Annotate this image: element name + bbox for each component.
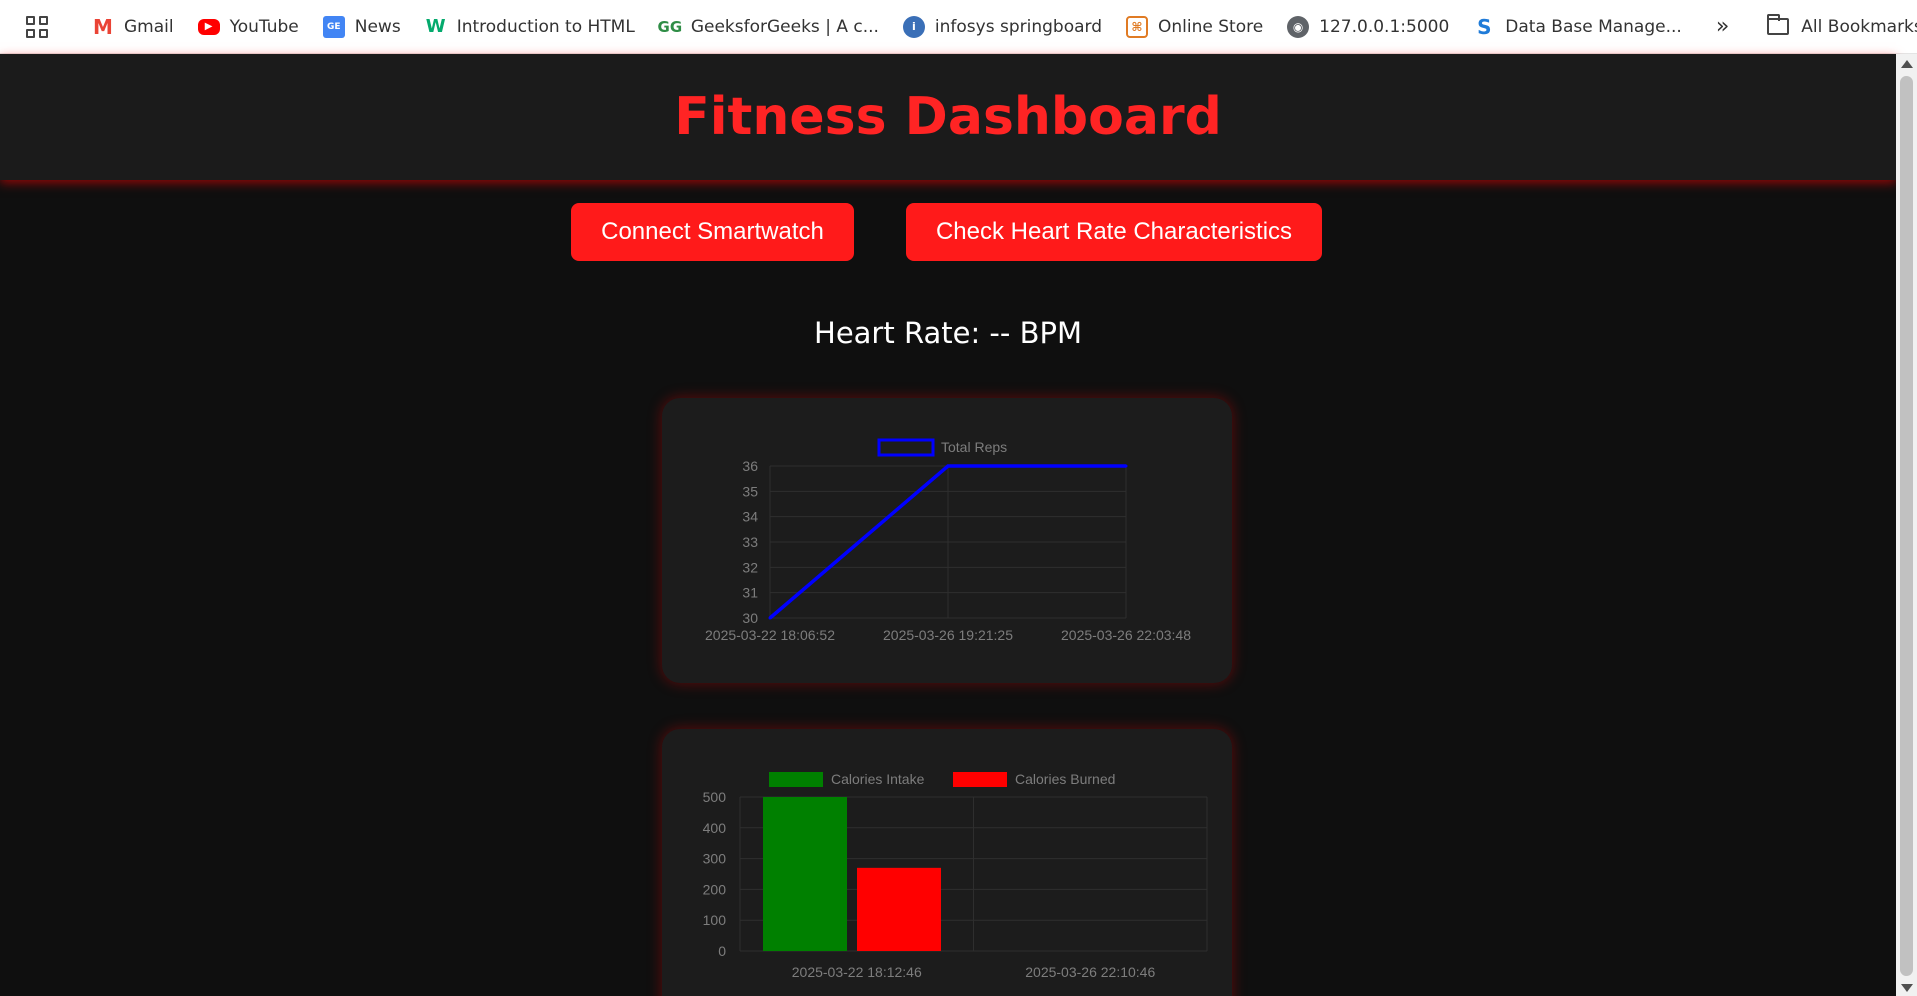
bookmark-label: Online Store — [1158, 16, 1264, 37]
reps-data-point — [1124, 464, 1128, 468]
bookmark-database-management[interactable]: S Data Base Manage... — [1461, 9, 1694, 45]
y-tick-label: 34 — [742, 509, 758, 525]
gmail-icon: M — [93, 14, 113, 39]
x-tick-label: 2025-03-22 18:12:46 — [792, 964, 922, 980]
legend-swatch-total-reps — [877, 438, 935, 457]
scroll-down-arrow-icon[interactable] — [1901, 984, 1913, 992]
check-heart-rate-button[interactable]: Check Heart Rate Characteristics — [906, 203, 1322, 261]
folder-icon — [1767, 14, 1790, 35]
reps-data-point — [768, 616, 772, 620]
legend-swatch-calories-burned — [953, 772, 1007, 787]
legend-label-calories-burned: Calories Burned — [1015, 771, 1115, 787]
bookmark-youtube[interactable]: ▶ YouTube — [186, 9, 311, 45]
y-tick-label: 33 — [742, 534, 758, 550]
y-tick-label: 32 — [742, 559, 758, 575]
apps-grid-icon[interactable] — [26, 15, 48, 38]
bookmarks-bar: M Gmail ▶ YouTube GE News W Introduction… — [0, 0, 1917, 54]
all-bookmarks-label: All Bookmarks — [1801, 16, 1917, 37]
w3schools-icon: W — [425, 16, 446, 37]
chevron-double-right-icon[interactable]: » — [1716, 14, 1729, 39]
scrollbar[interactable] — [1896, 54, 1917, 996]
y-tick-label: 400 — [703, 820, 727, 836]
x-tick-label: 2025-03-22 18:06:52 — [705, 627, 835, 643]
s-logo-icon: S — [1477, 14, 1492, 39]
y-tick-label: 100 — [703, 912, 727, 928]
x-tick-label: 2025-03-26 19:21:25 — [883, 627, 1013, 643]
y-tick-label: 30 — [742, 610, 758, 626]
scroll-up-arrow-icon[interactable] — [1901, 60, 1913, 68]
globe-icon: ◉ — [1287, 15, 1310, 38]
legend-label-total-reps: Total Reps — [941, 439, 1007, 455]
y-tick-label: 36 — [742, 458, 758, 474]
scrollbar-thumb[interactable] — [1900, 76, 1913, 976]
bookmark-label: 127.0.0.1:5000 — [1319, 16, 1450, 37]
reps-data-point — [946, 464, 950, 468]
bookmark-label: News — [354, 16, 401, 37]
google-news-icon: GE — [322, 15, 345, 38]
heart-rate-readout: Heart Rate: -- BPM — [814, 316, 1082, 350]
geeksforgeeks-icon: GG — [657, 17, 683, 36]
bookmark-label: Data Base Manage... — [1505, 16, 1682, 37]
reps-chart: 30 31 32 33 34 35 36 2025-03-22 18:06:52 2025-03… — [705, 438, 1191, 643]
bar-calories-burned — [857, 867, 941, 951]
bookmark-geeksforgeeks[interactable]: GG GeeksforGeeks | A c... — [647, 9, 891, 45]
calories-chart-card: 0 100 200 300 400 500 2025-03-22 18:12:46 2025-… — [662, 729, 1232, 996]
all-bookmarks-button[interactable]: All Bookmarks — [1763, 9, 1917, 45]
x-tick-label: 2025-03-26 22:03:48 — [1061, 627, 1191, 643]
bar-calories-intake — [763, 797, 847, 951]
page-header: Fitness Dashboard — [0, 54, 1896, 180]
reps-chart-card: 30 31 32 33 34 35 36 2025-03-22 18:06:52 2025-03… — [662, 398, 1232, 683]
y-tick-label: 0 — [718, 943, 726, 959]
x-tick-label: 2025-03-26 22:10:46 — [1025, 964, 1155, 980]
page-title: Fitness Dashboard — [674, 87, 1222, 147]
bookmark-label: Introduction to HTML — [456, 16, 635, 37]
bookmark-online-store[interactable]: ⌘ Online Store — [1114, 9, 1275, 45]
store-icon: ⌘ — [1126, 15, 1148, 38]
bookmark-localhost[interactable]: ◉ 127.0.0.1:5000 — [1275, 9, 1461, 45]
infosys-icon: i — [902, 15, 925, 38]
bookmark-label: GeeksforGeeks | A c... — [690, 16, 879, 37]
y-tick-label: 31 — [742, 585, 758, 601]
legend-swatch-calories-intake — [769, 772, 823, 787]
bookmark-introduction-to-html[interactable]: W Introduction to HTML — [413, 9, 647, 45]
youtube-icon: ▶ — [197, 18, 220, 35]
bookmark-label: infosys springboard — [934, 16, 1102, 37]
y-tick-label: 300 — [703, 851, 727, 867]
y-tick-label: 200 — [703, 881, 727, 897]
bookmark-label: Gmail — [124, 16, 174, 37]
bookmark-gmail[interactable]: M Gmail — [80, 9, 186, 45]
bookmark-news[interactable]: GE News — [311, 9, 413, 45]
bookmark-infosys-springboard[interactable]: i infosys springboard — [891, 9, 1114, 45]
y-tick-label: 35 — [742, 483, 758, 499]
calories-chart: 0 100 200 300 400 500 2025-03-22 18:12:46 2025-… — [703, 771, 1208, 980]
bookmark-label: YouTube — [229, 16, 299, 37]
y-tick-label: 500 — [703, 789, 727, 805]
connect-smartwatch-button[interactable]: Connect Smartwatch — [571, 203, 854, 261]
legend-label-calories-intake: Calories Intake — [831, 771, 925, 787]
